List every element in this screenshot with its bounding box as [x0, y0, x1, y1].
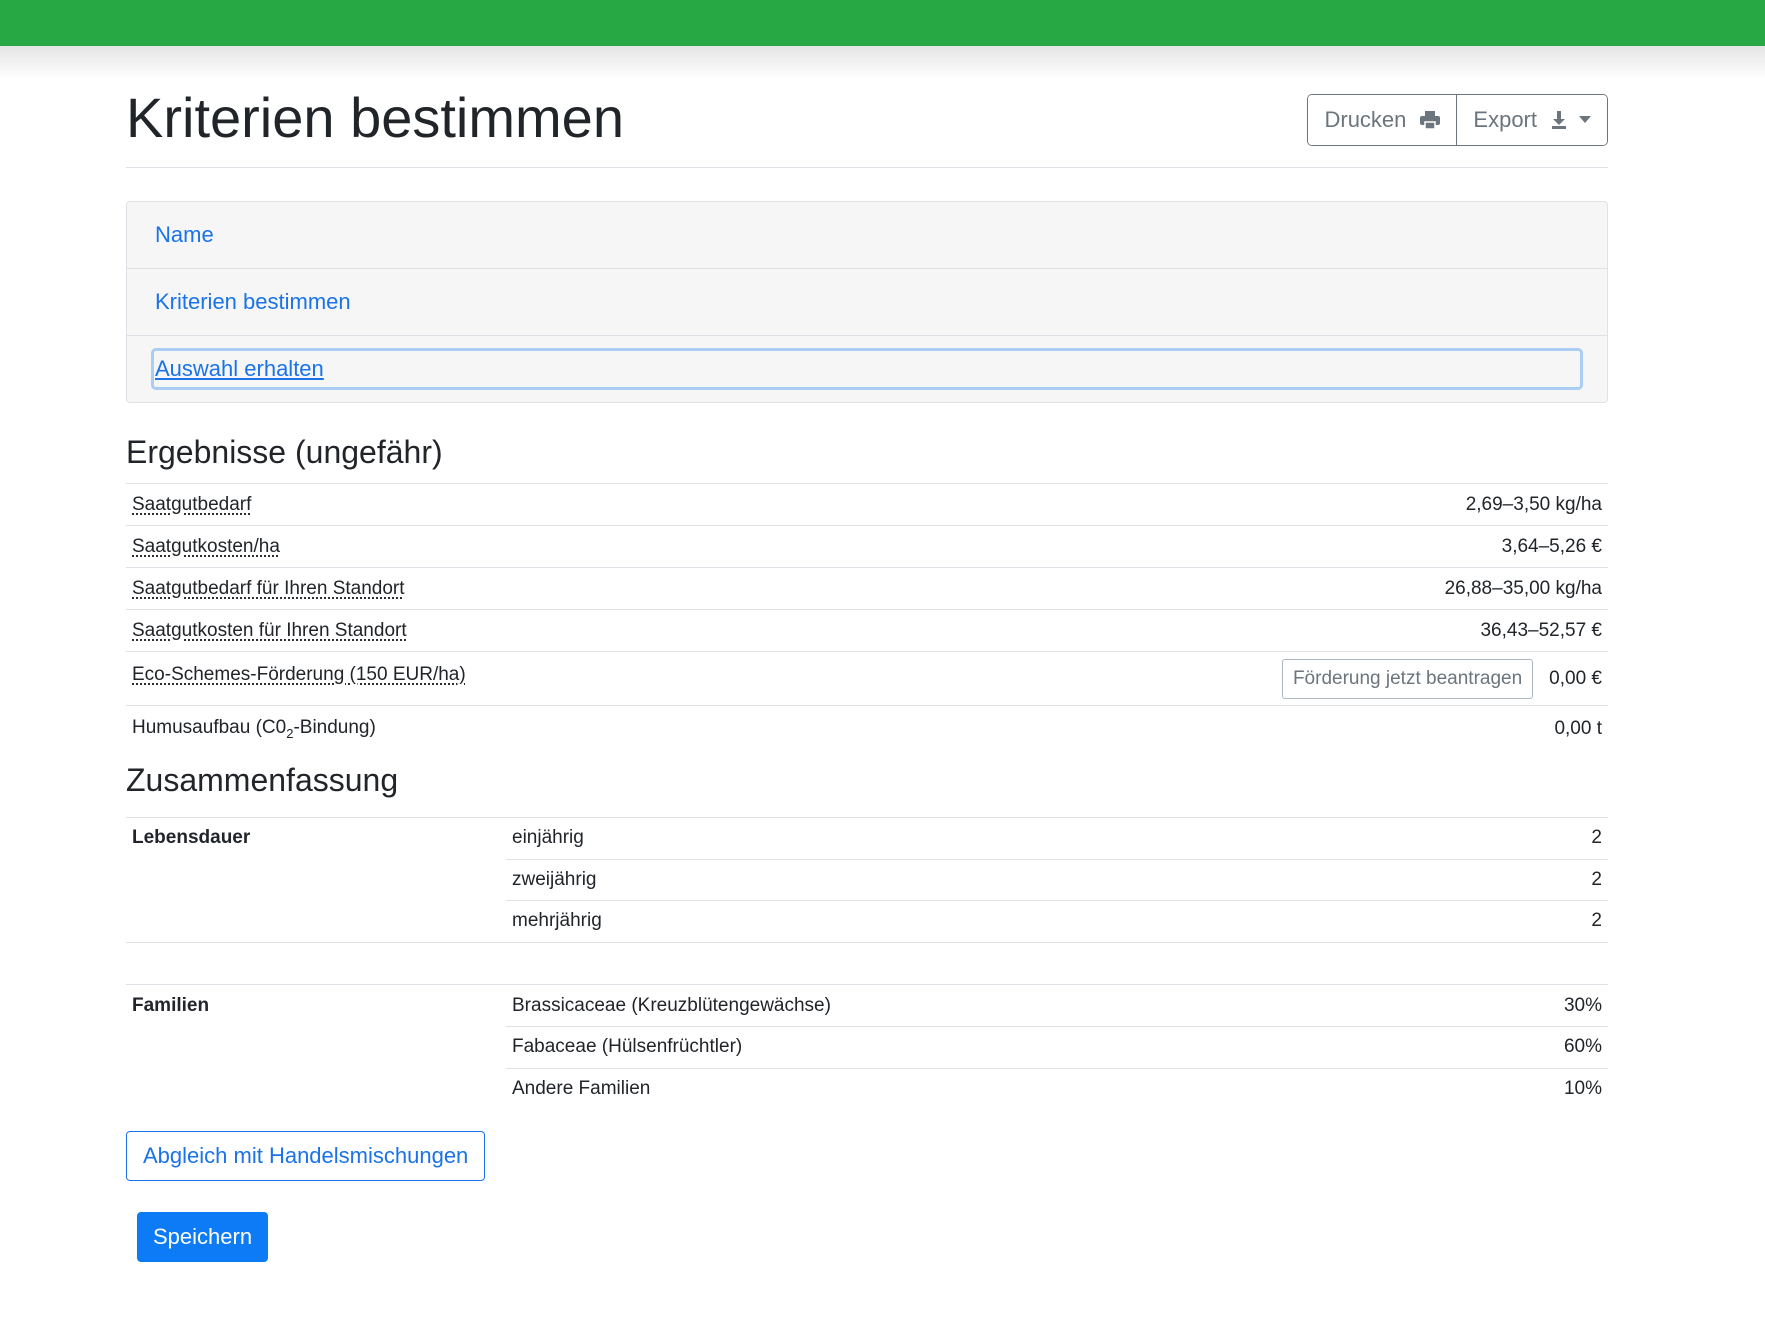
summary-row-label: zweijährig — [512, 869, 597, 890]
summary-heading: Zusammenfassung — [126, 762, 399, 798]
results-row-humus: Humusaufbau (C02-Bindung) 0,00 t — [126, 705, 1608, 751]
top-bar — [0, 0, 1765, 46]
summary-row: Fabaceae (Hülsenfrüchtler) 60% — [506, 1026, 1608, 1067]
nav-item-name[interactable]: Name — [127, 202, 1607, 269]
results-row-label: Humusaufbau (C02-Bindung) — [132, 717, 376, 741]
humus-label-prefix: Humusaufbau (C0 — [132, 716, 287, 738]
nav-item-label: Name — [155, 222, 214, 247]
print-button[interactable]: Drucken — [1308, 95, 1457, 145]
summary-divider — [126, 942, 1608, 943]
nav-item-label: Kriterien bestimmen — [155, 289, 351, 314]
export-button-label: Export — [1473, 107, 1537, 132]
results-heading: Ergebnisse (ungefähr) — [126, 434, 443, 470]
summary-row: einjährig 2 — [506, 817, 1608, 858]
summary-row: Brassicaceae (Kreuzblütengewächse) 30% — [506, 985, 1608, 1026]
results-row-label[interactable]: Saatgutbedarf für Ihren Standort — [132, 578, 405, 600]
summary-row-label: Brassicaceae (Kreuzblütengewächse) — [512, 994, 831, 1016]
summary-row-label: einjährig — [512, 826, 584, 848]
focus-ring — [151, 348, 1583, 390]
top-bar-shadow — [0, 46, 1765, 80]
page-title: Kriterien bestimmen — [126, 86, 624, 149]
save-button[interactable]: Speichern — [137, 1212, 269, 1262]
results-row-label[interactable]: Saatgutkosten für Ihren Standort — [132, 620, 407, 642]
results-row-eco-schemes: Eco-Schemes-Förderung (150 EUR/ha) Förde… — [126, 651, 1608, 705]
header-divider — [126, 167, 1608, 168]
results-row-value: 2,69–3,50 kg/ha — [1465, 493, 1602, 515]
header-button-group: Drucken Export — [1307, 94, 1608, 146]
summary-row-label: mehrjährig — [512, 910, 602, 931]
results-row: Saatgutbedarf 2,69–3,50 kg/ha — [126, 483, 1608, 525]
summary-group-label: Familien — [132, 995, 210, 1016]
summary-row: mehrjährig 2 — [506, 900, 1608, 941]
nav-item-label: Auswahl erhalten — [155, 356, 324, 381]
results-row-value: 36,43–52,57 € — [1480, 619, 1602, 641]
apply-subsidy-button[interactable]: Förderung jetzt beantragen — [1281, 658, 1534, 699]
nav-item-kriterien[interactable]: Kriterien bestimmen — [127, 269, 1607, 336]
results-row-label[interactable]: Saatgutbedarf — [132, 494, 251, 516]
summary-row-value: 2 — [1591, 910, 1602, 931]
summary-row-label: Andere Familien — [512, 1078, 651, 1099]
compare-mixtures-button[interactable]: Abgleich mit Handelsmischungen — [126, 1131, 486, 1181]
results-row-value: 3,64–5,26 € — [1501, 535, 1602, 557]
results-row: Saatgutkosten für Ihren Standort 36,43–5… — [126, 609, 1608, 651]
summary-row-value: 2 — [1591, 869, 1602, 890]
printer-icon — [1420, 111, 1441, 129]
print-button-label: Drucken — [1324, 107, 1407, 132]
summary-row-value: 10% — [1563, 1078, 1602, 1099]
summary-row-label: Fabaceae (Hülsenfrüchtler) — [512, 1036, 743, 1057]
results-row: Saatgutbedarf für Ihren Standort 26,88–3… — [126, 567, 1608, 609]
humus-label-suffix: -Bindung) — [293, 716, 376, 738]
results-row-value: 0,00 t — [1554, 717, 1602, 739]
summary-row: zweijährig 2 — [506, 859, 1608, 900]
results-row-right: Förderung jetzt beantragen 0,00 € — [1281, 658, 1602, 699]
summary-group-label: Lebensdauer — [132, 827, 251, 848]
summary-row-value: 30% — [1563, 994, 1602, 1016]
summary-row-value: 2 — [1591, 826, 1602, 848]
download-icon — [1551, 111, 1567, 129]
results-row-value: 26,88–35,00 kg/ha — [1444, 577, 1602, 599]
results-row: Saatgutkosten/ha 3,64–5,26 € — [126, 525, 1608, 567]
results-table: Saatgutbedarf 2,69–3,50 kg/ha Saatgutkos… — [126, 483, 1608, 751]
results-row-label[interactable]: Eco-Schemes-Förderung (150 EUR/ha) — [132, 664, 466, 686]
summary-row: Andere Familien 10% — [506, 1068, 1608, 1109]
results-row-label[interactable]: Saatgutkosten/ha — [132, 536, 280, 558]
nav-item-auswahl[interactable]: Auswahl erhalten — [127, 336, 1607, 402]
export-button[interactable]: Export — [1456, 95, 1607, 145]
results-row-value: 0,00 € — [1549, 667, 1602, 689]
step-navigation: Name Kriterien bestimmen Auswahl erhalte… — [126, 201, 1608, 403]
summary-row-value: 60% — [1563, 1036, 1602, 1057]
chevron-down-icon — [1579, 116, 1591, 124]
